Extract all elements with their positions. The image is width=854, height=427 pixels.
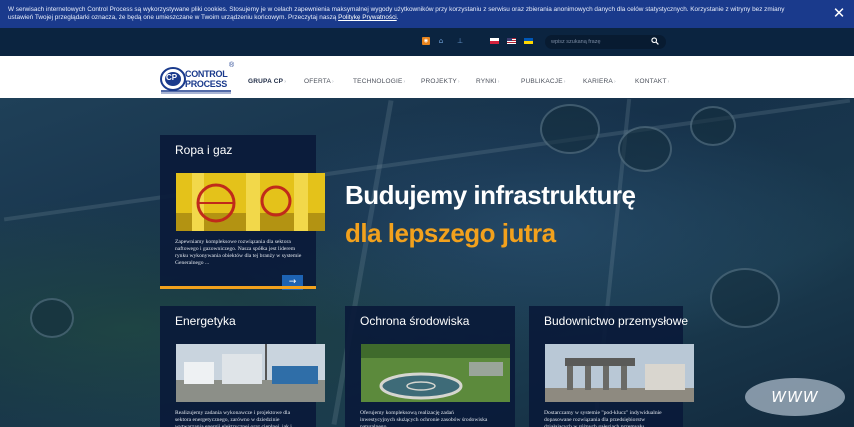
- card-description: Zapewniamy kompleksowe rozwiązania dla s…: [175, 239, 302, 266]
- logo-mark: CP: [166, 73, 178, 82]
- card-image: [176, 173, 325, 231]
- search-icon[interactable]: [650, 37, 660, 47]
- card-ropa-i-gaz[interactable]: Ropa i gaz Zapewniamy kompleksowe rozwią…: [160, 135, 325, 290]
- nav-kariera[interactable]: KARIERA›: [583, 78, 616, 85]
- utility-bar: ◉ ⌂ ⊥: [0, 28, 854, 56]
- card-title: Ropa i gaz: [175, 143, 233, 157]
- card-accent-bar: [160, 286, 316, 289]
- home-icon[interactable]: ⌂: [437, 37, 445, 45]
- card-budownictwo-przemyslowe[interactable]: Budownictwo przemysłowe Dostarczamy w sy…: [529, 306, 694, 427]
- card-image: [545, 344, 694, 402]
- hero-tank: [618, 126, 672, 172]
- privacy-policy-link[interactable]: Politykę Prywatności: [338, 14, 397, 21]
- nav-grupa-cp[interactable]: GRUPA CP›: [248, 78, 286, 85]
- site-header: CP CONTROL PROCESS ® GRUPA CP› OFERTA› T…: [0, 56, 854, 98]
- search-box: [545, 35, 666, 49]
- logo-line2: PROCESS: [185, 79, 227, 89]
- card-description: Realizujemy zadania wykonawcze i projekt…: [175, 410, 298, 427]
- control-process-logo[interactable]: CP CONTROL PROCESS ®: [159, 62, 237, 94]
- www-button[interactable]: WWW: [745, 378, 845, 416]
- card-title: Energetyka: [175, 314, 236, 328]
- nav-projekty[interactable]: PROJEKTY›: [421, 78, 460, 85]
- card-title: Budownictwo przemysłowe: [544, 314, 689, 328]
- hero-headline: Budujemy infrastrukturę: [345, 180, 636, 210]
- sitemap-icon[interactable]: ⊥: [456, 37, 464, 45]
- card-description: Dostarczamy w systemie "pod-klucz" indyw…: [544, 410, 662, 427]
- hero-subheadline: dla lepszego jutra: [345, 218, 556, 248]
- rss-icon[interactable]: ◉: [422, 37, 430, 45]
- hero-tank: [30, 298, 74, 338]
- flag-ua-icon[interactable]: [524, 38, 533, 44]
- cookie-text: W serwisach internetowych Control Proces…: [8, 6, 808, 22]
- card-ochrona-srodowiska[interactable]: Ochrona środowiska Oferujemy kompleksową…: [345, 306, 515, 427]
- logo-registered: ®: [229, 62, 235, 69]
- hero-tank: [710, 268, 780, 328]
- hero-tank: [540, 104, 600, 154]
- nav-publikacje[interactable]: PUBLIKACJE›: [521, 78, 566, 85]
- nav-technologie[interactable]: TECHNOLOGIE›: [353, 78, 405, 85]
- cookie-banner: W serwisach internetowych Control Proces…: [0, 0, 854, 28]
- card-title: Ochrona środowiska: [360, 314, 470, 328]
- search-input[interactable]: [551, 36, 647, 48]
- cookie-message-end: .: [396, 14, 399, 21]
- nav-rynki[interactable]: RYNKI›: [476, 78, 500, 85]
- close-icon[interactable]: ✕: [832, 6, 846, 21]
- nav-kontakt[interactable]: KONTAKT›: [635, 78, 670, 85]
- logo-line1: CONTROL: [185, 69, 228, 79]
- card-description: Oferujemy kompleksową realizację zadań i…: [360, 410, 488, 427]
- flag-en-icon[interactable]: [507, 38, 516, 44]
- hero-tank: [690, 106, 736, 146]
- card-energetyka[interactable]: Energetyka Realizujemy zadania wykonawcz…: [160, 306, 325, 427]
- flag-pl-icon[interactable]: [490, 38, 499, 44]
- card-image: [176, 344, 325, 402]
- nav-oferta[interactable]: OFERTA›: [304, 78, 334, 85]
- card-image: [361, 344, 510, 402]
